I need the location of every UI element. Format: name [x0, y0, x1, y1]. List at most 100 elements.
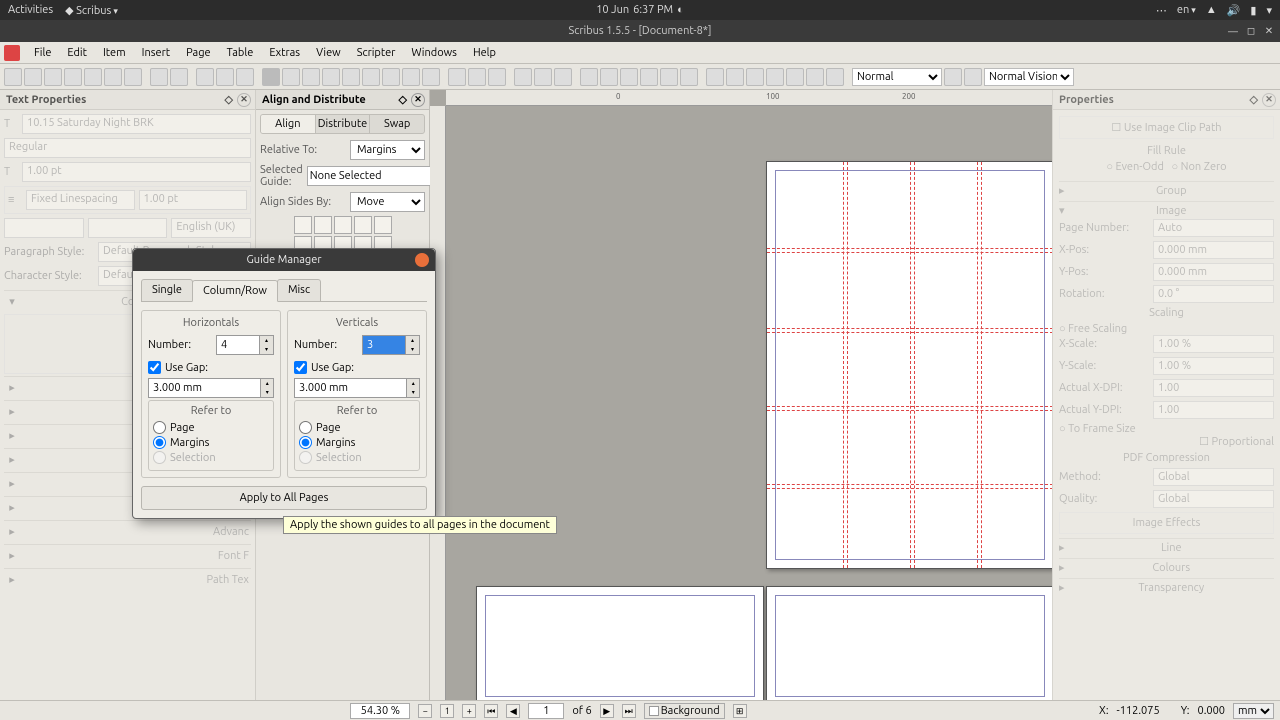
h-refer-margins-radio[interactable] — [153, 436, 166, 449]
v-gap-input[interactable]: ▴▾ — [294, 378, 420, 398]
h-refer-page-radio[interactable] — [153, 421, 166, 434]
menu-file[interactable]: File — [26, 45, 59, 61]
paste-icon[interactable] — [236, 68, 254, 86]
layer-select[interactable]: Background — [644, 703, 725, 719]
method-select[interactable]: Global — [1153, 468, 1274, 486]
text-frame-icon[interactable] — [282, 68, 300, 86]
menu-table[interactable]: Table — [219, 45, 262, 61]
h-gap-input[interactable]: ▴▾ — [148, 378, 274, 398]
pdf-checkbox-icon[interactable] — [706, 68, 724, 86]
unlink-icon[interactable] — [620, 68, 638, 86]
section-advanced[interactable]: Advanc — [22, 526, 249, 538]
unit-select[interactable]: mm — [1233, 703, 1274, 719]
guide-line[interactable] — [843, 162, 844, 568]
xpos-input[interactable]: 0.000 mm — [1153, 241, 1274, 259]
menu-windows[interactable]: Windows — [403, 45, 465, 61]
maximize-button[interactable]: ◻ — [1244, 24, 1258, 38]
align-icons[interactable] — [88, 218, 168, 238]
volume-icon[interactable]: 🔊 — [1227, 4, 1241, 17]
line-icon[interactable] — [422, 68, 440, 86]
relative-to-select[interactable]: Margins — [350, 140, 425, 160]
non-zero-radio[interactable]: Non Zero — [1181, 161, 1227, 173]
font-family-select[interactable]: 10.15 Saturday Night BRK — [22, 114, 251, 134]
app-indicator[interactable]: ◆ Scribus — [65, 4, 118, 17]
shape-icon[interactable] — [362, 68, 380, 86]
section-transparency[interactable]: Transparency — [1069, 582, 1274, 594]
first-page-button[interactable]: ⏮ — [484, 704, 498, 718]
notification-icon[interactable]: ◐ — [677, 4, 684, 16]
ydpi-input[interactable]: 1.00 — [1153, 401, 1274, 419]
tab-distribute[interactable]: Distribute — [316, 115, 371, 133]
calligraphic-icon[interactable] — [488, 68, 506, 86]
page-2[interactable] — [476, 586, 764, 700]
activities-button[interactable]: Activities — [8, 4, 53, 16]
page-3[interactable] — [766, 586, 1052, 700]
section-fontf[interactable]: Font F — [22, 550, 249, 562]
page-1[interactable] — [766, 161, 1052, 569]
xdpi-input[interactable]: 1.00 — [1153, 379, 1274, 397]
collapse-icon[interactable]: ◇ — [399, 93, 407, 106]
v-usegap-check[interactable] — [294, 361, 307, 374]
even-odd-radio[interactable]: Even-Odd — [1116, 161, 1164, 173]
minimize-button[interactable]: — — [1226, 24, 1240, 38]
font-style-select[interactable]: Regular — [4, 138, 251, 158]
pagenum-select[interactable]: Auto — [1153, 219, 1274, 237]
h-usegap-check[interactable] — [148, 361, 161, 374]
freehand-icon[interactable] — [468, 68, 486, 86]
image-frame-icon[interactable] — [302, 68, 320, 86]
polygon-icon[interactable] — [402, 68, 420, 86]
vision-select[interactable]: Normal Vision — [984, 68, 1074, 86]
tab-misc[interactable]: Misc — [277, 279, 321, 301]
next-page-button[interactable]: ▶ — [600, 704, 614, 718]
close-panel-icon[interactable]: ✕ — [237, 93, 251, 107]
menu-page[interactable]: Page — [178, 45, 219, 61]
v-refer-margins-radio[interactable] — [299, 436, 312, 449]
yscale-input[interactable]: 1.00 % — [1153, 357, 1274, 375]
new-icon[interactable] — [4, 68, 22, 86]
undo-icon[interactable] — [150, 68, 168, 86]
align-sides-select[interactable]: Move — [350, 192, 425, 212]
to-frame-size-radio[interactable]: To Frame Size — [1068, 423, 1136, 435]
bezier-icon[interactable] — [448, 68, 466, 86]
section-line[interactable]: Line — [1069, 542, 1274, 554]
render-frame-icon[interactable] — [322, 68, 340, 86]
menu-scripter[interactable]: Scripter — [349, 45, 404, 61]
close-button[interactable]: ✕ — [1262, 24, 1276, 38]
close-panel-icon[interactable]: ✕ — [1262, 93, 1276, 107]
align-center-h-icon[interactable] — [314, 216, 332, 234]
linespacing-input[interactable]: 1.00 pt — [139, 190, 248, 210]
menu-insert[interactable]: Insert — [134, 45, 178, 61]
rotate-icon[interactable] — [514, 68, 532, 86]
language-select[interactable]: English (UK) — [171, 218, 251, 238]
eyedropper-icon[interactable] — [680, 68, 698, 86]
zoom-reset-button[interactable]: 1 — [440, 704, 454, 718]
v-number-input[interactable]: ▴▾ — [362, 335, 420, 355]
quality-select[interactable]: Global — [1153, 490, 1274, 508]
pdf-button-icon[interactable] — [726, 68, 744, 86]
page-input[interactable] — [528, 703, 564, 719]
ypos-input[interactable]: 0.000 mm — [1153, 263, 1274, 281]
pdf-annot-icon[interactable] — [806, 68, 824, 86]
preview-icon[interactable] — [964, 68, 982, 86]
pdf-text-icon[interactable] — [746, 68, 764, 86]
section-pathtext[interactable]: Path Tex — [22, 574, 249, 586]
last-page-button[interactable]: ⏭ — [622, 704, 636, 718]
preview-mode-select[interactable]: Normal — [852, 68, 942, 86]
zoom-out-button[interactable]: − — [418, 704, 432, 718]
v-refer-page-radio[interactable] — [299, 421, 312, 434]
copy-icon[interactable] — [216, 68, 234, 86]
guide-line[interactable] — [914, 162, 915, 568]
font-size-input[interactable]: 1.00 pt — [22, 162, 251, 182]
layer-button[interactable]: ⊞ — [733, 704, 747, 718]
pdf-combo-icon[interactable] — [766, 68, 784, 86]
table-icon[interactable] — [342, 68, 360, 86]
use-image-clip-path[interactable]: Use Image Clip Path — [1124, 122, 1222, 134]
copy-props-icon[interactable] — [660, 68, 678, 86]
redo-icon[interactable] — [170, 68, 188, 86]
pdf-link-icon[interactable] — [826, 68, 844, 86]
xscale-input[interactable]: 1.00 % — [1153, 335, 1274, 353]
tab-align[interactable]: Align — [261, 115, 316, 133]
guide-line[interactable] — [910, 162, 911, 568]
menu-extras[interactable]: Extras — [261, 45, 308, 61]
free-scaling-radio[interactable]: Free Scaling — [1068, 323, 1127, 335]
